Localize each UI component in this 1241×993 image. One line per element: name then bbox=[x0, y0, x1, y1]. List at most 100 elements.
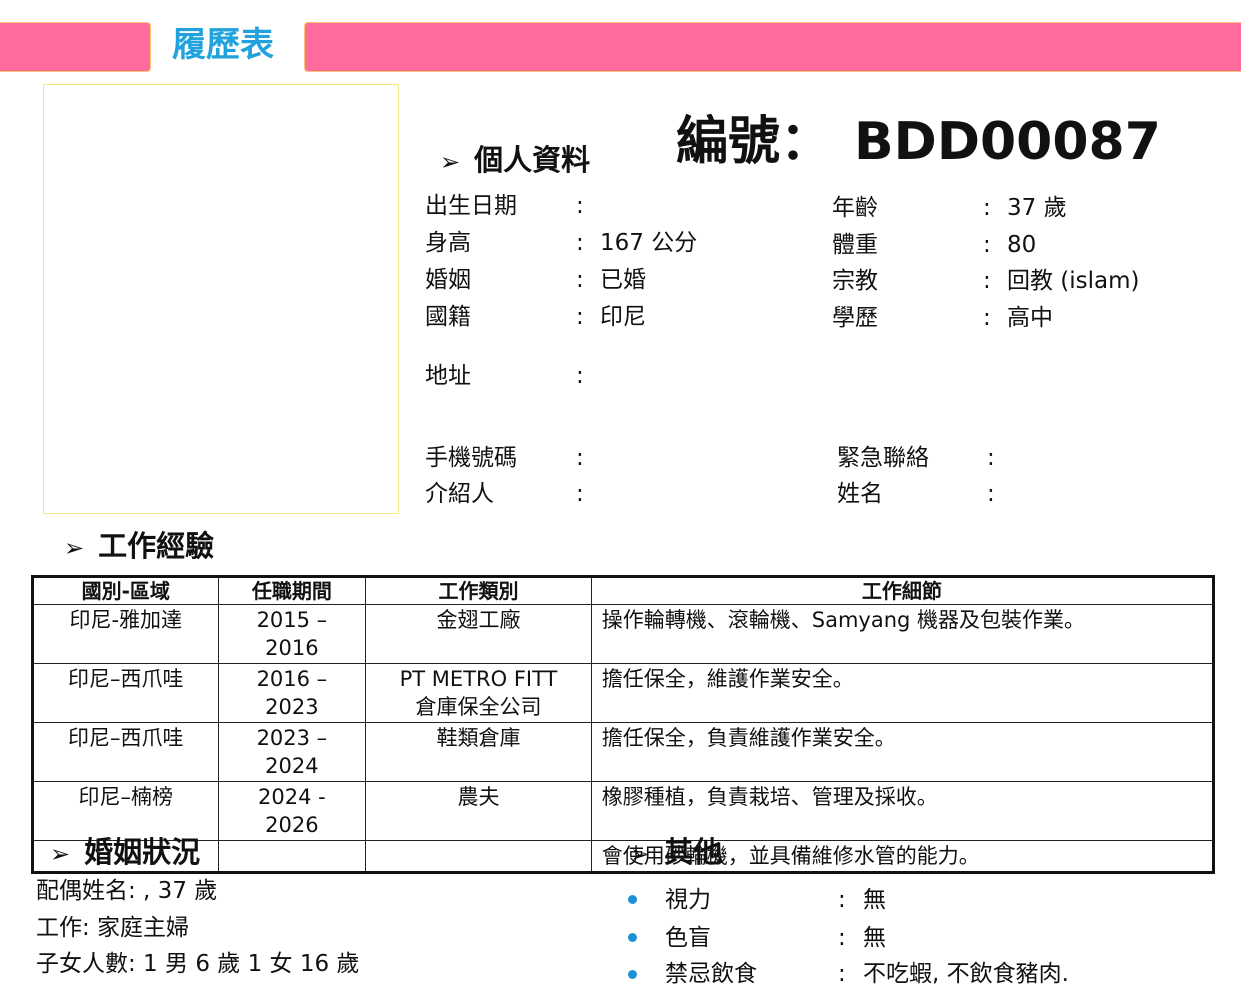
cell-region: 印尼–楠榜 bbox=[32, 781, 219, 841]
cell-period: 2024 - 2026 bbox=[217, 781, 367, 841]
table-row: 會使用砂輪機，並具備維修水管的能力。 bbox=[32, 840, 1215, 873]
bullet-dot-icon bbox=[628, 933, 637, 942]
other-heading: ➢ 其他 bbox=[630, 834, 722, 872]
height-value: 167 公分 bbox=[600, 230, 698, 256]
name-colon: : bbox=[987, 481, 995, 507]
cell-period: 2015 – 2016 bbox=[217, 604, 367, 664]
age-colon: : bbox=[983, 195, 991, 221]
cell-type bbox=[365, 840, 592, 873]
cell-type-text: PT METRO FITT bbox=[399, 667, 558, 691]
cell-type: 金翅工廠 bbox=[365, 604, 592, 664]
colorblind-label: 色盲 bbox=[665, 925, 711, 951]
vision-value: 無 bbox=[863, 887, 886, 913]
colorblind-value: 無 bbox=[863, 925, 886, 951]
referrer-colon: : bbox=[576, 481, 584, 507]
col-header-detail: 工作細節 bbox=[590, 576, 1215, 605]
spouse-info: 配偶姓名: , 37 歲 bbox=[36, 878, 218, 904]
marital-value: 已婚 bbox=[600, 267, 646, 293]
age-label: 年齡 bbox=[832, 195, 878, 221]
resume-code: 編號： BDD00087 bbox=[676, 112, 1161, 172]
weight-colon: : bbox=[983, 232, 991, 258]
col-header-region: 國別-區域 bbox=[32, 576, 219, 605]
cell-region: 印尼–西爪哇 bbox=[32, 722, 219, 782]
other-heading-text: 其他 bbox=[664, 835, 723, 869]
phone-label: 手機號碼 bbox=[425, 445, 517, 471]
table-row: 印尼–楠榜 2024 - 2026 農夫 橡膠種植，負責栽培、管理及採收。 bbox=[32, 781, 1215, 841]
referrer-label: 介紹人 bbox=[425, 481, 494, 507]
table-row: 印尼–西爪哇 2023 – 2024 鞋類倉庫 擔任保全，負責維護作業安全。 bbox=[32, 722, 1215, 782]
page-title: 履歷表 bbox=[172, 25, 274, 65]
work-heading: ➢ 工作經驗 bbox=[64, 528, 214, 566]
religion-label: 宗教 bbox=[832, 268, 878, 294]
cell-type: PT METRO FITT 倉庫保全公司 bbox=[365, 663, 592, 723]
emergency-colon: : bbox=[987, 445, 995, 471]
marriage-heading: ➢ 婚姻狀況 bbox=[50, 834, 200, 872]
code-label: 編號： bbox=[676, 112, 833, 172]
cell-period: 2023 – 2024 bbox=[217, 722, 367, 782]
education-label: 學歷 bbox=[832, 305, 878, 331]
vision-colon: : bbox=[838, 887, 846, 913]
religion-value: 回教 (islam) bbox=[1007, 268, 1140, 294]
personal-heading: ➢ 個人資料 bbox=[440, 142, 590, 180]
personal-heading-text: 個人資料 bbox=[474, 143, 591, 177]
age-value: 37 歲 bbox=[1007, 195, 1067, 221]
cell-period: 2016 – 2023 bbox=[217, 663, 367, 723]
marriage-heading-text: 婚姻狀況 bbox=[84, 835, 201, 869]
birthdate-label: 出生日期 bbox=[425, 193, 517, 219]
phone-colon: : bbox=[576, 445, 584, 471]
cell-type: 農夫 bbox=[365, 781, 592, 841]
cell-detail: 操作輪轉機、滾輪機、Samyang 機器及包裝作業。 bbox=[590, 604, 1215, 664]
name-label: 姓名 bbox=[837, 481, 883, 507]
address-label: 地址 bbox=[425, 363, 471, 389]
bullet-dot-icon bbox=[628, 895, 637, 904]
photo-placeholder bbox=[43, 84, 399, 514]
height-label: 身高 bbox=[425, 230, 471, 256]
nationality-colon: : bbox=[576, 304, 584, 330]
cell-region: 印尼-雅加達 bbox=[32, 604, 219, 664]
work-heading-text: 工作經驗 bbox=[98, 529, 215, 563]
cell-type: 鞋類倉庫 bbox=[365, 722, 592, 782]
education-value: 高中 bbox=[1007, 305, 1053, 331]
height-colon: : bbox=[576, 230, 584, 256]
weight-label: 體重 bbox=[832, 232, 878, 258]
arrow-bullet-icon: ➢ bbox=[64, 534, 85, 562]
marital-colon: : bbox=[576, 267, 584, 293]
diet-label: 禁忌飲食 bbox=[665, 961, 757, 987]
children-info: 子女人數: 1 男 6 歲 1 女 16 歲 bbox=[36, 951, 360, 977]
cell-detail: 擔任保全，維護作業安全。 bbox=[590, 663, 1215, 723]
cell-type-text-2: 倉庫保全公司 bbox=[415, 695, 542, 719]
header-bar-left bbox=[0, 22, 151, 72]
vision-label: 視力 bbox=[665, 887, 711, 913]
religion-colon: : bbox=[983, 268, 991, 294]
arrow-bullet-icon: ➢ bbox=[630, 840, 651, 868]
arrow-bullet-icon: ➢ bbox=[50, 840, 71, 868]
nationality-label: 國籍 bbox=[425, 304, 471, 330]
cell-type-text: 農夫 bbox=[457, 785, 500, 809]
cell-detail: 橡膠種植，負責栽培、管理及採收。 bbox=[590, 781, 1215, 841]
emergency-label: 緊急聯絡 bbox=[837, 445, 929, 471]
cell-region: 印尼–西爪哇 bbox=[32, 663, 219, 723]
cell-type-text: 金翅工廠 bbox=[436, 608, 521, 632]
arrow-bullet-icon: ➢ bbox=[440, 148, 461, 176]
weight-value: 80 bbox=[1007, 232, 1037, 258]
code-value: BDD00087 bbox=[854, 112, 1161, 172]
work-table-header: 國別-區域 任職期間 工作類別 工作細節 bbox=[32, 576, 1215, 605]
work-table: 國別-區域 任職期間 工作類別 工作細節 印尼-雅加達 2015 – 2016 … bbox=[31, 575, 1215, 874]
diet-colon: : bbox=[838, 961, 846, 987]
diet-value: 不吃蝦, 不飲食豬肉. bbox=[863, 961, 1069, 987]
table-row: 印尼–西爪哇 2016 – 2023 PT METRO FITT 倉庫保全公司 … bbox=[32, 663, 1215, 723]
header-bar-right bbox=[304, 22, 1241, 72]
col-header-period: 任職期間 bbox=[217, 576, 367, 605]
cell-detail: 擔任保全，負責維護作業安全。 bbox=[590, 722, 1215, 782]
education-colon: : bbox=[983, 305, 991, 331]
cell-type-text: 鞋類倉庫 bbox=[436, 726, 521, 750]
address-colon: : bbox=[576, 363, 584, 389]
table-row: 印尼-雅加達 2015 – 2016 金翅工廠 操作輪轉機、滾輪機、Samyan… bbox=[32, 604, 1215, 664]
marital-label: 婚姻 bbox=[425, 267, 471, 293]
birthdate-colon: : bbox=[576, 193, 584, 219]
nationality-value: 印尼 bbox=[600, 304, 646, 330]
colorblind-colon: : bbox=[838, 925, 846, 951]
spouse-job: 工作: 家庭主婦 bbox=[36, 915, 190, 941]
cell-period bbox=[217, 840, 367, 873]
bullet-dot-icon bbox=[628, 970, 637, 979]
